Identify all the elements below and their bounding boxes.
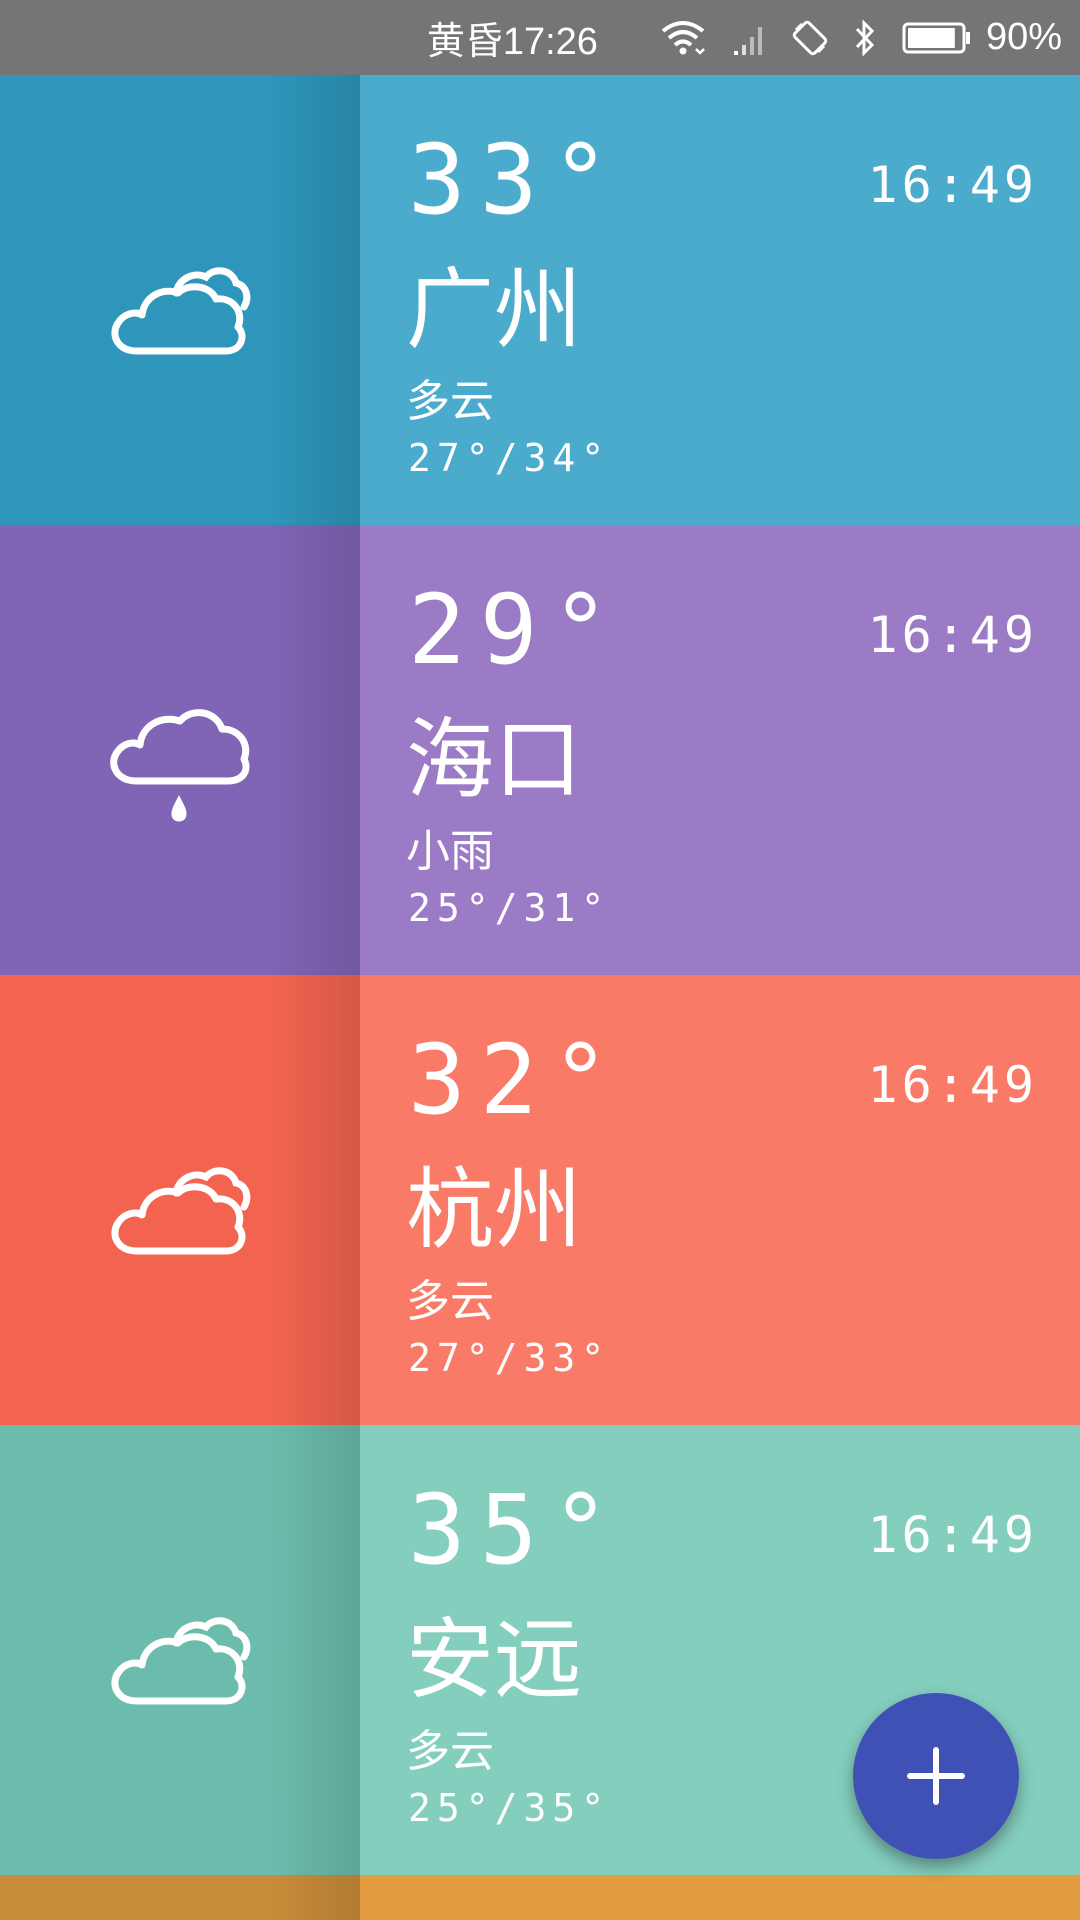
status-bar: 黄昏17:26 90% (0, 0, 1080, 75)
city-name: 广州 (406, 258, 583, 361)
temperature-range: 27°/34° (408, 436, 611, 480)
bluetooth-icon (854, 18, 876, 57)
wifi-icon (660, 19, 706, 57)
cloudy-icon (111, 1167, 251, 1255)
city-name: 杭州 (406, 1158, 583, 1261)
light-rain-icon (110, 709, 250, 822)
temperature-range: 25°/31° (408, 886, 611, 930)
cloudy-icon (111, 267, 251, 355)
city-icon-panel (0, 525, 360, 975)
battery-percent: 90% (985, 16, 1062, 58)
battery-icon (902, 21, 972, 55)
city-info-panel: 29° 16:49 海口 小雨 25°/31° (360, 525, 1080, 975)
city-card[interactable]: 29° 16:49 海口 小雨 25°/31° (0, 525, 1080, 975)
city-info-panel: 32° 16:49 杭州 多云 27°/33° (360, 975, 1080, 1425)
city-icon-panel (0, 75, 360, 525)
city-card[interactable]: 33° 16:49 广州 多云 27°/34° (0, 75, 1080, 525)
city-card-partial[interactable] (0, 1875, 1080, 1920)
city-name: 海口 (406, 708, 583, 811)
rotation-lock-icon (792, 20, 828, 56)
signal-icon (732, 19, 766, 57)
city-icon-panel (0, 975, 360, 1425)
current-temperature: 35° (408, 1474, 624, 1586)
city-name: 安远 (406, 1608, 583, 1711)
cloudy-icon (111, 1617, 251, 1705)
city-icon-panel (0, 1875, 360, 1920)
temperature-range: 27°/33° (408, 1336, 611, 1380)
current-temperature: 32° (408, 1024, 624, 1136)
weather-condition: 多云 (406, 376, 494, 427)
weather-condition: 多云 (406, 1276, 494, 1327)
add-city-button[interactable] (853, 1693, 1019, 1859)
weather-condition: 多云 (406, 1726, 494, 1777)
update-time: 16:49 (867, 1056, 1038, 1114)
city-list: 33° 16:49 广州 多云 27°/34° 29° 16:49 海口 小雨 … (0, 75, 1080, 1920)
weather-condition: 小雨 (406, 826, 494, 877)
plus-icon (907, 1747, 965, 1805)
current-temperature: 29° (408, 574, 624, 686)
city-card[interactable]: 32° 16:49 杭州 多云 27°/33° (0, 975, 1080, 1425)
city-info-panel (360, 1875, 1080, 1920)
update-time: 16:49 (867, 156, 1038, 214)
current-temperature: 33° (408, 124, 624, 236)
status-time: 黄昏17:26 (426, 21, 598, 63)
update-time: 16:49 (867, 606, 1038, 664)
city-icon-panel (0, 1425, 360, 1875)
city-info-panel: 33° 16:49 广州 多云 27°/34° (360, 75, 1080, 525)
temperature-range: 25°/35° (408, 1786, 611, 1830)
update-time: 16:49 (867, 1506, 1038, 1564)
